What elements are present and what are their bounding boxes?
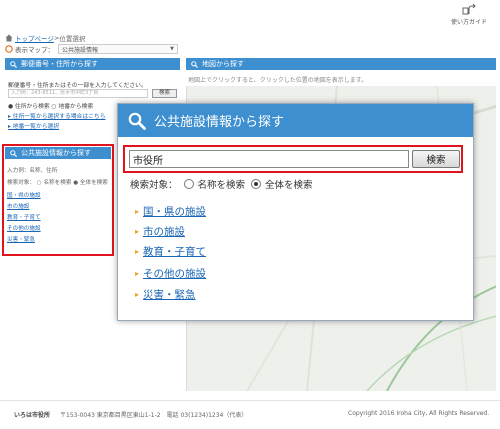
landmark-list-link[interactable]: ▸ 地番一覧から選択 (8, 121, 59, 130)
small-link-national[interactable]: 国・県の施設 (7, 191, 41, 199)
zip-instruction: 郵便番号・住所またはその一部を入力してください。 (8, 83, 147, 89)
category-link-city[interactable]: ▸ 市の施設 (135, 224, 185, 238)
small-link-disaster-label: 災害・緊急 (7, 237, 35, 243)
zip-panel-header: 郵便番号・住所から探す (5, 58, 180, 70)
public-facility-search-modal: 公共施設情報から探す 検索 検索対象： 名称を検索 全体を検索 ▸ 国・県の施設… (117, 103, 474, 321)
footer-city-name: いろは市役所 (14, 412, 51, 419)
radio-search-all[interactable] (251, 179, 262, 189)
footer-address: 〒153-0043 東京都目黒区東山1-1-2 電話 03(1234)1234（… (60, 412, 248, 419)
search-icon (128, 112, 146, 130)
map-select-dropdown[interactable]: 公共施設情報 ▼ (58, 44, 178, 54)
radio-landmark-label: 地番から検索 (58, 104, 94, 110)
arrow-right-icon: ▸ (135, 206, 140, 216)
map-layer-icon (5, 45, 13, 53)
zip-search-button[interactable]: 検索 (152, 89, 177, 98)
small-link-education-label: 教育・子育て (7, 215, 41, 221)
breadcrumb-home-link[interactable]: トップページ (15, 33, 54, 43)
small-link-education[interactable]: 教育・子育て (7, 213, 41, 221)
map-select-value: 公共施設情報 (62, 46, 99, 54)
small-radio-all[interactable]: ● (73, 180, 80, 186)
search-target-row: 検索対象： 名称を検索 全体を検索 (130, 177, 313, 191)
arrow-right-icon: ▸ (135, 246, 140, 256)
radio-address-label: 住所から検索 (14, 104, 50, 110)
chevron-down-icon: ▼ (170, 46, 174, 52)
zip-panel-title: 郵便番号・住所から探す (21, 60, 98, 68)
search-icon (191, 60, 198, 68)
category-link-disaster-label: 災害・緊急 (143, 288, 196, 301)
search-target-label: 検索対象： (130, 180, 178, 191)
footer-copyright: Copyright 2016 Iroha City, All Rights Re… (348, 410, 490, 417)
radio-search-name-label: 名称を検索 (197, 180, 246, 191)
small-link-other-label: その他の施設 (7, 226, 41, 232)
category-link-city-label: 市の施設 (143, 225, 186, 238)
address-list-link[interactable]: ▸ 住所一覧から選択する場合はこちら (8, 111, 106, 120)
radio-search-name[interactable] (183, 179, 194, 189)
map-select-row: 表示マップ： 公共施設情報 ▼ (5, 44, 178, 54)
footer: いろは市役所 〒153-0043 東京都目黒区東山1-1-2 電話 03(123… (0, 400, 500, 429)
top-bar: 使い方ガイド (0, 0, 500, 30)
small-target-label: 検索対象： (7, 180, 35, 186)
landmark-list-link-label: 地番一覧から選択 (12, 124, 60, 130)
modal-header: 公共施設情報から探す (118, 104, 473, 137)
category-link-education[interactable]: ▸ 教育・子育て (135, 244, 206, 258)
category-link-disaster[interactable]: ▸ 災害・緊急 (135, 287, 196, 301)
facility-search-button[interactable]: 検索 (412, 150, 460, 168)
arrow-right-icon: ▸ (135, 268, 140, 278)
category-link-national-label: 国・県の施設 (143, 205, 207, 218)
map-panel-title: 地図から探す (202, 60, 244, 68)
small-radio-all-label: 全体を検索 (79, 180, 108, 186)
category-link-other-label: その他の施設 (143, 267, 207, 280)
small-link-disaster[interactable]: 災害・緊急 (7, 235, 35, 243)
small-public-panel-header: 公共施設情報から探す (5, 147, 111, 159)
small-link-national-label: 国・県の施設 (7, 193, 41, 199)
zip-radio-row: ● 住所から検索 ○ 地番から検索 (8, 101, 93, 110)
map-select-label: 表示マップ： (15, 46, 54, 54)
category-link-national[interactable]: ▸ 国・県の施設 (135, 204, 206, 218)
home-icon (5, 34, 13, 42)
facility-search-input[interactable] (129, 150, 409, 168)
guide-label: 使い方ガイド (450, 19, 487, 26)
search-icon (10, 149, 17, 157)
small-public-input[interactable]: 入力例：名称、住所 (7, 166, 57, 174)
map-panel-header: 地図から探す (186, 58, 496, 70)
radio-address-button[interactable]: ● (8, 104, 15, 110)
small-public-panel-title: 公共施設情報から探す (21, 149, 91, 157)
small-radio-name-label: 名称を検索 (43, 180, 72, 186)
arrow-right-icon: ▸ (135, 226, 140, 236)
search-highlight-frame: 検索 (123, 145, 463, 173)
radio-search-all-label: 全体を検索 (265, 180, 313, 191)
small-target-row: 検索対象： ○ 名称を検索 ● 全体を検索 (7, 178, 108, 186)
small-link-city[interactable]: 市の施設 (7, 202, 29, 210)
breadcrumb-current: 位置選択 (59, 35, 86, 43)
address-list-link-label: 住所一覧から選択する場合はこちら (12, 114, 106, 120)
category-link-other[interactable]: ▸ その他の施設 (135, 266, 206, 280)
guide-icon (462, 4, 476, 15)
category-link-education-label: 教育・子育て (143, 245, 207, 258)
modal-title: 公共施設情報から探す (154, 115, 285, 130)
guide-button[interactable]: 使い方ガイド (450, 3, 488, 29)
arrow-right-icon: ▸ (135, 289, 140, 299)
small-link-other[interactable]: その他の施設 (7, 224, 41, 232)
search-icon (10, 60, 17, 68)
zip-search-input[interactable]: 入力例：243-8511、厚木市中町3丁目 (8, 89, 148, 98)
small-link-city-label: 市の施設 (7, 204, 30, 210)
map-hint: 地図上でクリックすると、クリックした位置の地図を表示します。 (188, 77, 368, 84)
breadcrumb: トップページ > 位置選択 (5, 33, 85, 43)
